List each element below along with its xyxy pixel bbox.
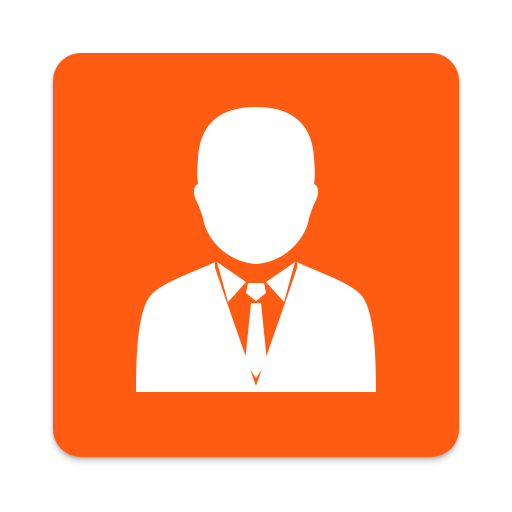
launcher-canvas [0,0,512,512]
app-icon[interactable] [53,53,459,457]
businessman-icon [53,53,459,457]
